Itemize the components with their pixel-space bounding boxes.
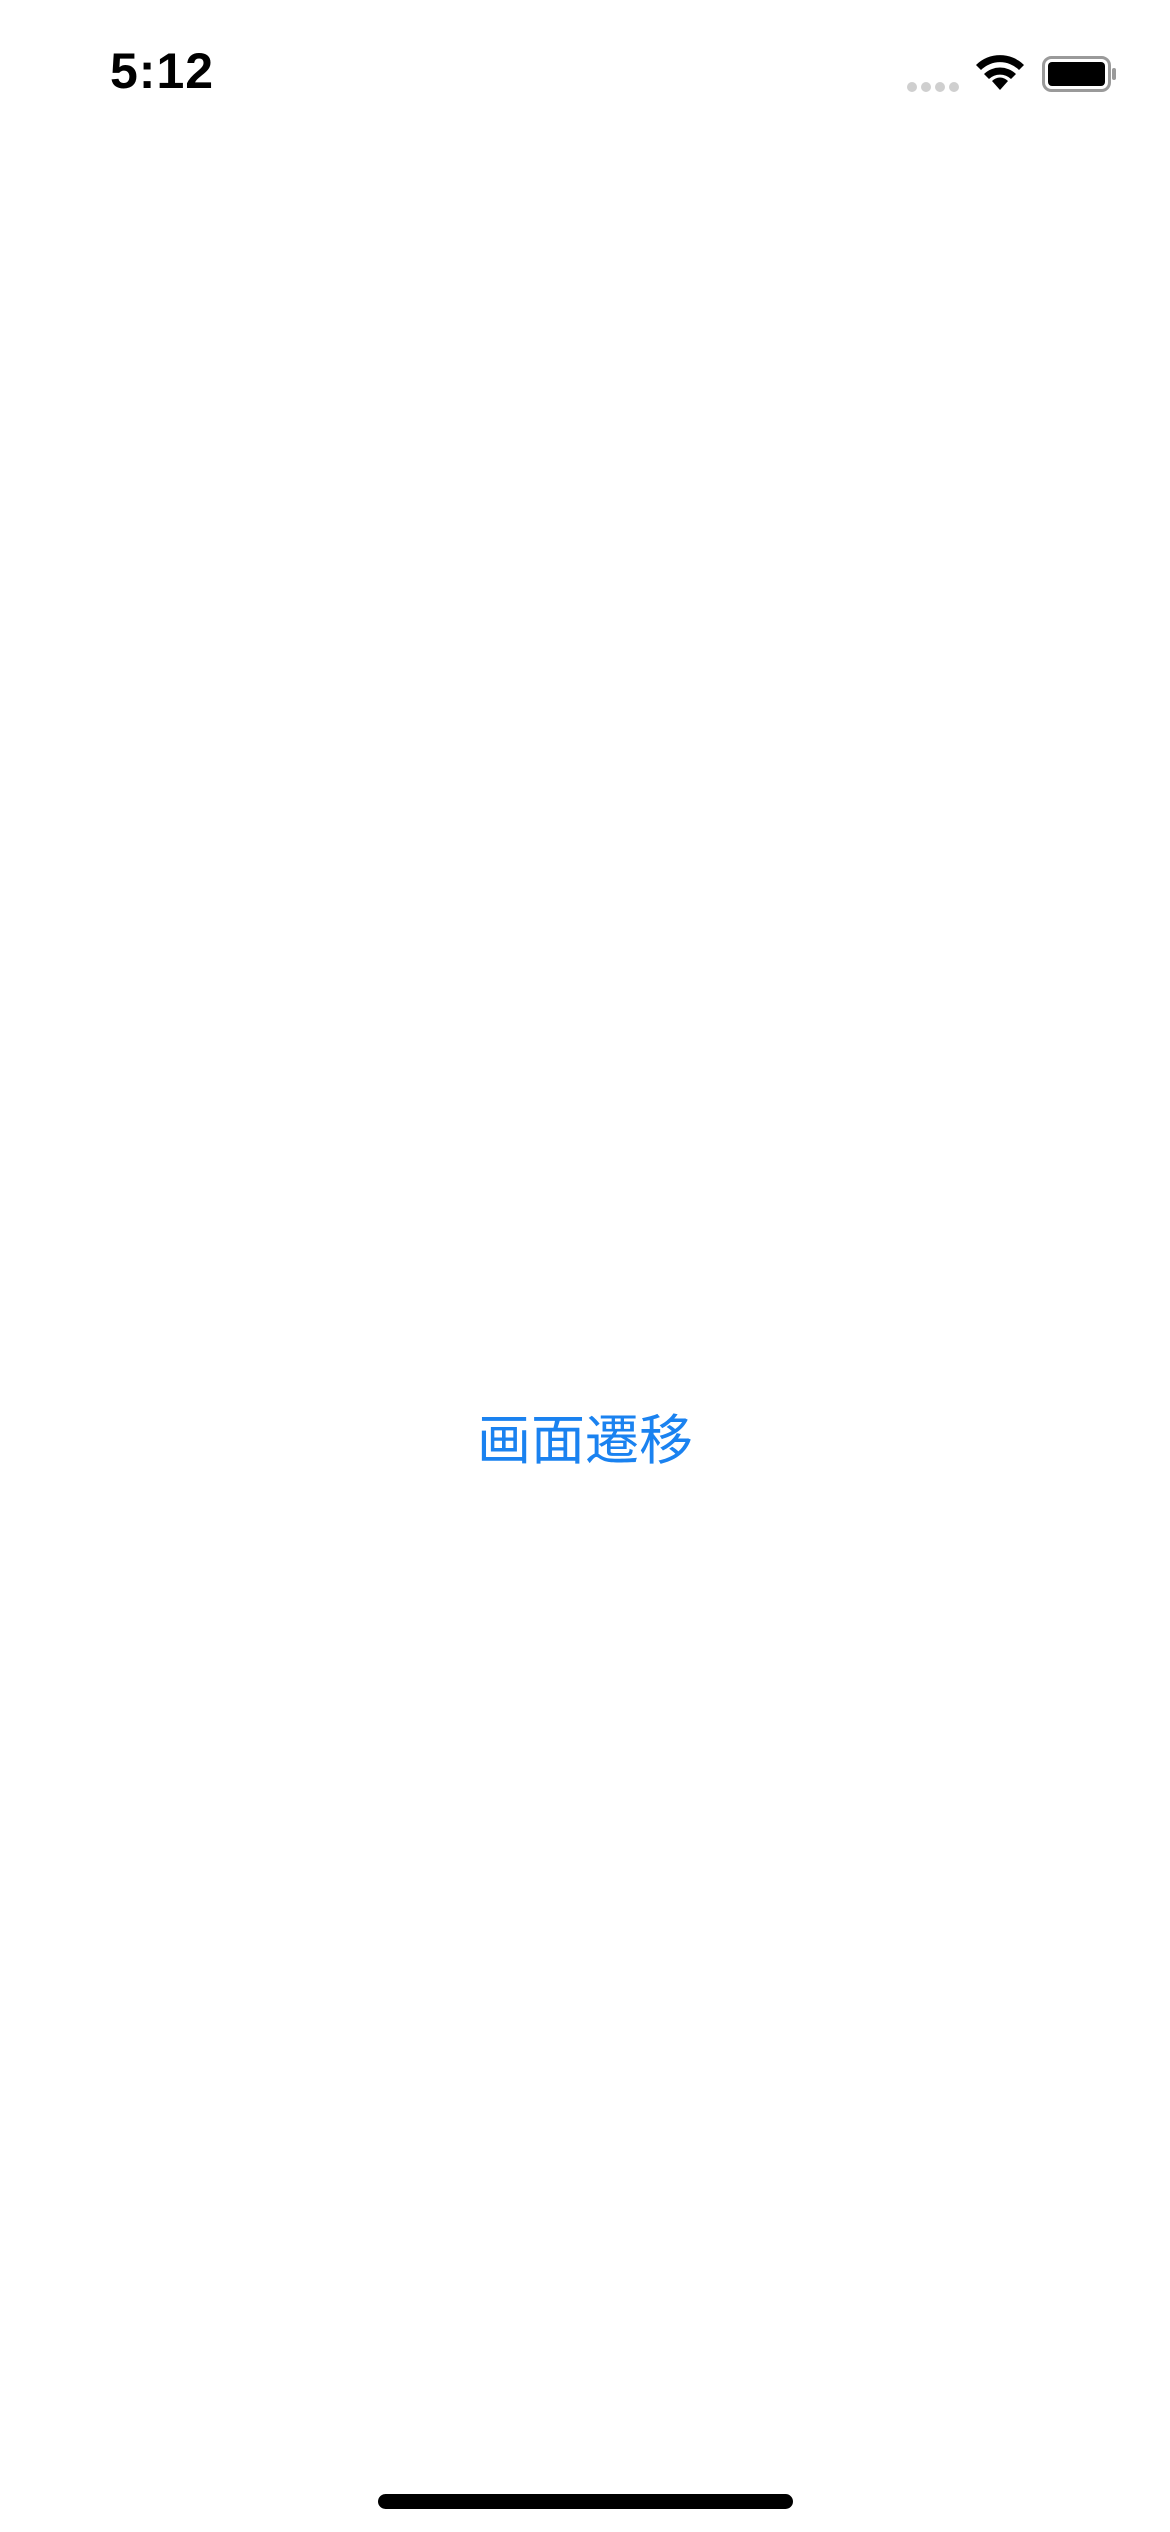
battery-icon (1042, 56, 1116, 92)
wifi-icon (976, 55, 1024, 90)
screen-transition-button[interactable]: 画面遷移 (0, 1395, 1170, 1475)
home-indicator[interactable] (378, 2494, 793, 2509)
cellular-signal-icon (907, 82, 959, 92)
status-bar: 5:12 (0, 0, 1170, 150)
status-time: 5:12 (110, 43, 215, 99)
